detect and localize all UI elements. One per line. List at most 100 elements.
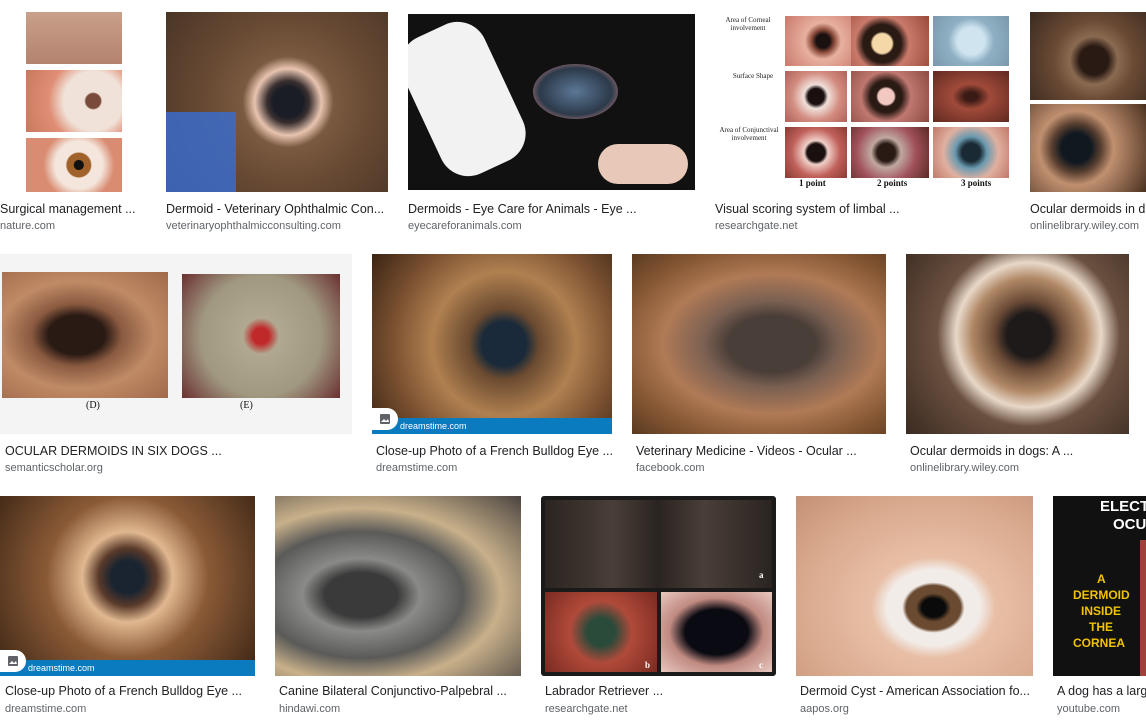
eye-shape: [533, 64, 618, 119]
result-source[interactable]: onlinelibrary.wiley.com: [910, 462, 1019, 474]
result-caption[interactable]: Veterinary Medicine - Videos - Ocular ..…: [636, 444, 890, 458]
result-thumbnail[interactable]: [796, 496, 1033, 676]
result-thumbnail[interactable]: [0, 12, 146, 192]
result-caption[interactable]: Labrador Retriever ...: [545, 684, 780, 698]
scoring-panel: [851, 16, 929, 66]
video-title-text: OCU: [1113, 516, 1146, 533]
video-body-text: CORNEA: [1073, 636, 1126, 650]
result-tile-13[interactable]: Dermoid Cyst - American Association fo..…: [796, 496, 1033, 722]
result-thumbnail[interactable]: [275, 496, 521, 676]
result-source[interactable]: researchgate.net: [545, 703, 628, 715]
result-source[interactable]: nature.com: [0, 220, 55, 232]
image-icon: [8, 656, 18, 666]
result-thumbnail[interactable]: ELECT OCU A DERMOID INSIDE THE CORNEA: [1053, 496, 1146, 676]
result-caption[interactable]: Close-up Photo of a French Bulldog Eye .…: [5, 684, 260, 698]
video-body-text: THE: [1089, 620, 1113, 634]
scoring-row-label: Area of Conjunctival involvement: [719, 126, 779, 142]
scoring-panel: [933, 127, 1009, 178]
result-source[interactable]: eyecareforanimals.com: [408, 220, 522, 232]
dreamstime-watermark: dreamstime.com: [0, 660, 255, 676]
scoring-panel: [785, 71, 847, 122]
panel-letter: c: [759, 660, 763, 670]
result-source[interactable]: researchgate.net: [715, 220, 798, 232]
video-body-text: A: [1097, 572, 1106, 586]
result-caption[interactable]: Canine Bilateral Conjunctivo-Palpebral .…: [279, 684, 525, 698]
result-thumbnail[interactable]: dreamstime.com: [372, 254, 612, 434]
scoring-panel: [851, 71, 929, 122]
eye-panel: [661, 592, 772, 672]
white-fur: [408, 14, 536, 186]
surgery-panel: [545, 592, 657, 672]
result-caption[interactable]: Dermoid Cyst - American Association fo..…: [800, 684, 1037, 698]
result-caption[interactable]: Ocular dermoids in d: [1030, 202, 1146, 216]
blue-cloth: [166, 112, 236, 192]
result-source[interactable]: aapos.org: [800, 703, 849, 715]
result-source[interactable]: dreamstime.com: [376, 462, 457, 474]
panel-label: (D): [86, 400, 100, 411]
result-caption[interactable]: Dermoids - Eye Care for Animals - Eye ..…: [408, 202, 695, 216]
video-body-text: DERMOID: [1073, 588, 1130, 602]
panel-label: (E): [240, 400, 253, 411]
result-tile-12[interactable]: a b c Labrador Retriever ... researchgat…: [541, 496, 776, 722]
scoring-row-label: Surface Shape: [732, 72, 774, 80]
result-source[interactable]: youtube.com: [1057, 703, 1120, 715]
result-tile-3[interactable]: Dermoids - Eye Care for Animals - Eye ..…: [408, 14, 695, 232]
eye-photo-panel: [1030, 12, 1146, 100]
scoring-points-label: 3 points: [961, 178, 992, 188]
image-icon: [380, 414, 390, 424]
result-tile-6[interactable]: (D) (E) OCULAR DERMOIDS IN SIX DOGS ... …: [0, 254, 352, 474]
scoring-points-label: 2 points: [877, 178, 908, 188]
result-caption[interactable]: Visual scoring system of limbal ...: [715, 202, 1010, 216]
result-caption[interactable]: A dog has a larg: [1057, 684, 1146, 698]
result-caption[interactable]: Close-up Photo of a French Bulldog Eye .…: [376, 444, 616, 458]
result-source[interactable]: facebook.com: [636, 462, 704, 474]
dog-eye-panel: [2, 272, 168, 398]
scoring-panel: [933, 71, 1009, 122]
result-thumbnail[interactable]: [166, 12, 388, 192]
result-thumbnail[interactable]: [632, 254, 886, 434]
result-thumbnail[interactable]: [1030, 12, 1146, 192]
result-tile-14[interactable]: ELECT OCU A DERMOID INSIDE THE CORNEA A …: [1053, 496, 1146, 722]
dreamstime-watermark: dreamstime.com: [372, 418, 612, 434]
result-source[interactable]: onlinelibrary.wiley.com: [1030, 220, 1139, 232]
scoring-panel: [851, 127, 929, 178]
result-caption[interactable]: Dermoid - Veterinary Ophthalmic Con...: [166, 202, 388, 216]
result-thumbnail[interactable]: (D) (E): [0, 254, 352, 434]
result-source[interactable]: dreamstime.com: [5, 703, 86, 715]
video-title-text: ELECT: [1100, 498, 1146, 515]
scoring-points-label: 1 point: [799, 178, 826, 188]
result-tile-1[interactable]: Surgical management ... nature.com: [0, 12, 146, 232]
dog-face-panel: [545, 500, 772, 588]
eye-photo-panel: [26, 70, 122, 132]
result-thumbnail[interactable]: dreamstime.com: [0, 496, 255, 676]
result-tile-7[interactable]: dreamstime.com Close-up Photo of a Frenc…: [372, 254, 613, 474]
result-tile-4[interactable]: Area of Corneal involvement Surface Shap…: [715, 12, 1010, 232]
result-source[interactable]: hindawi.com: [279, 703, 340, 715]
result-thumbnail[interactable]: [408, 14, 695, 190]
result-tile-10[interactable]: dreamstime.com Close-up Photo of a Frenc…: [0, 496, 255, 722]
result-tile-5[interactable]: Ocular dermoids in d onlinelibrary.wiley…: [1030, 12, 1146, 232]
result-caption[interactable]: Ocular dermoids in dogs: A ...: [910, 444, 1133, 458]
result-thumbnail[interactable]: [906, 254, 1129, 434]
result-thumbnail[interactable]: a b c: [541, 496, 776, 676]
result-tile-2[interactable]: Dermoid - Veterinary Ophthalmic Con... v…: [166, 12, 388, 232]
panel-letter: b: [645, 660, 651, 670]
result-source[interactable]: veterinaryophthalmicconsulting.com: [166, 220, 341, 232]
result-tile-8[interactable]: Veterinary Medicine - Videos - Ocular ..…: [632, 254, 886, 474]
dog-head-panel: [182, 274, 340, 398]
video-edge-strip: [1140, 540, 1146, 676]
image-icon-badge: [0, 650, 26, 672]
scoring-panel: [933, 16, 1009, 66]
result-caption[interactable]: Surgical management ...: [0, 202, 146, 216]
eye-photo-panel: [26, 12, 122, 64]
result-tile-11[interactable]: Canine Bilateral Conjunctivo-Palpebral .…: [275, 496, 521, 722]
result-thumbnail[interactable]: Area of Corneal involvement Surface Shap…: [715, 12, 1010, 192]
result-source[interactable]: semanticscholar.org: [5, 462, 103, 474]
result-caption[interactable]: OCULAR DERMOIDS IN SIX DOGS ...: [5, 444, 357, 458]
scoring-panel: [785, 127, 847, 178]
result-tile-9[interactable]: Ocular dermoids in dogs: A ... onlinelib…: [906, 254, 1129, 474]
scoring-row-label: Area of Corneal involvement: [725, 16, 771, 32]
panel-letter: a: [759, 570, 764, 580]
scoring-panel: [785, 16, 861, 66]
eye-photo-panel: [26, 138, 122, 192]
